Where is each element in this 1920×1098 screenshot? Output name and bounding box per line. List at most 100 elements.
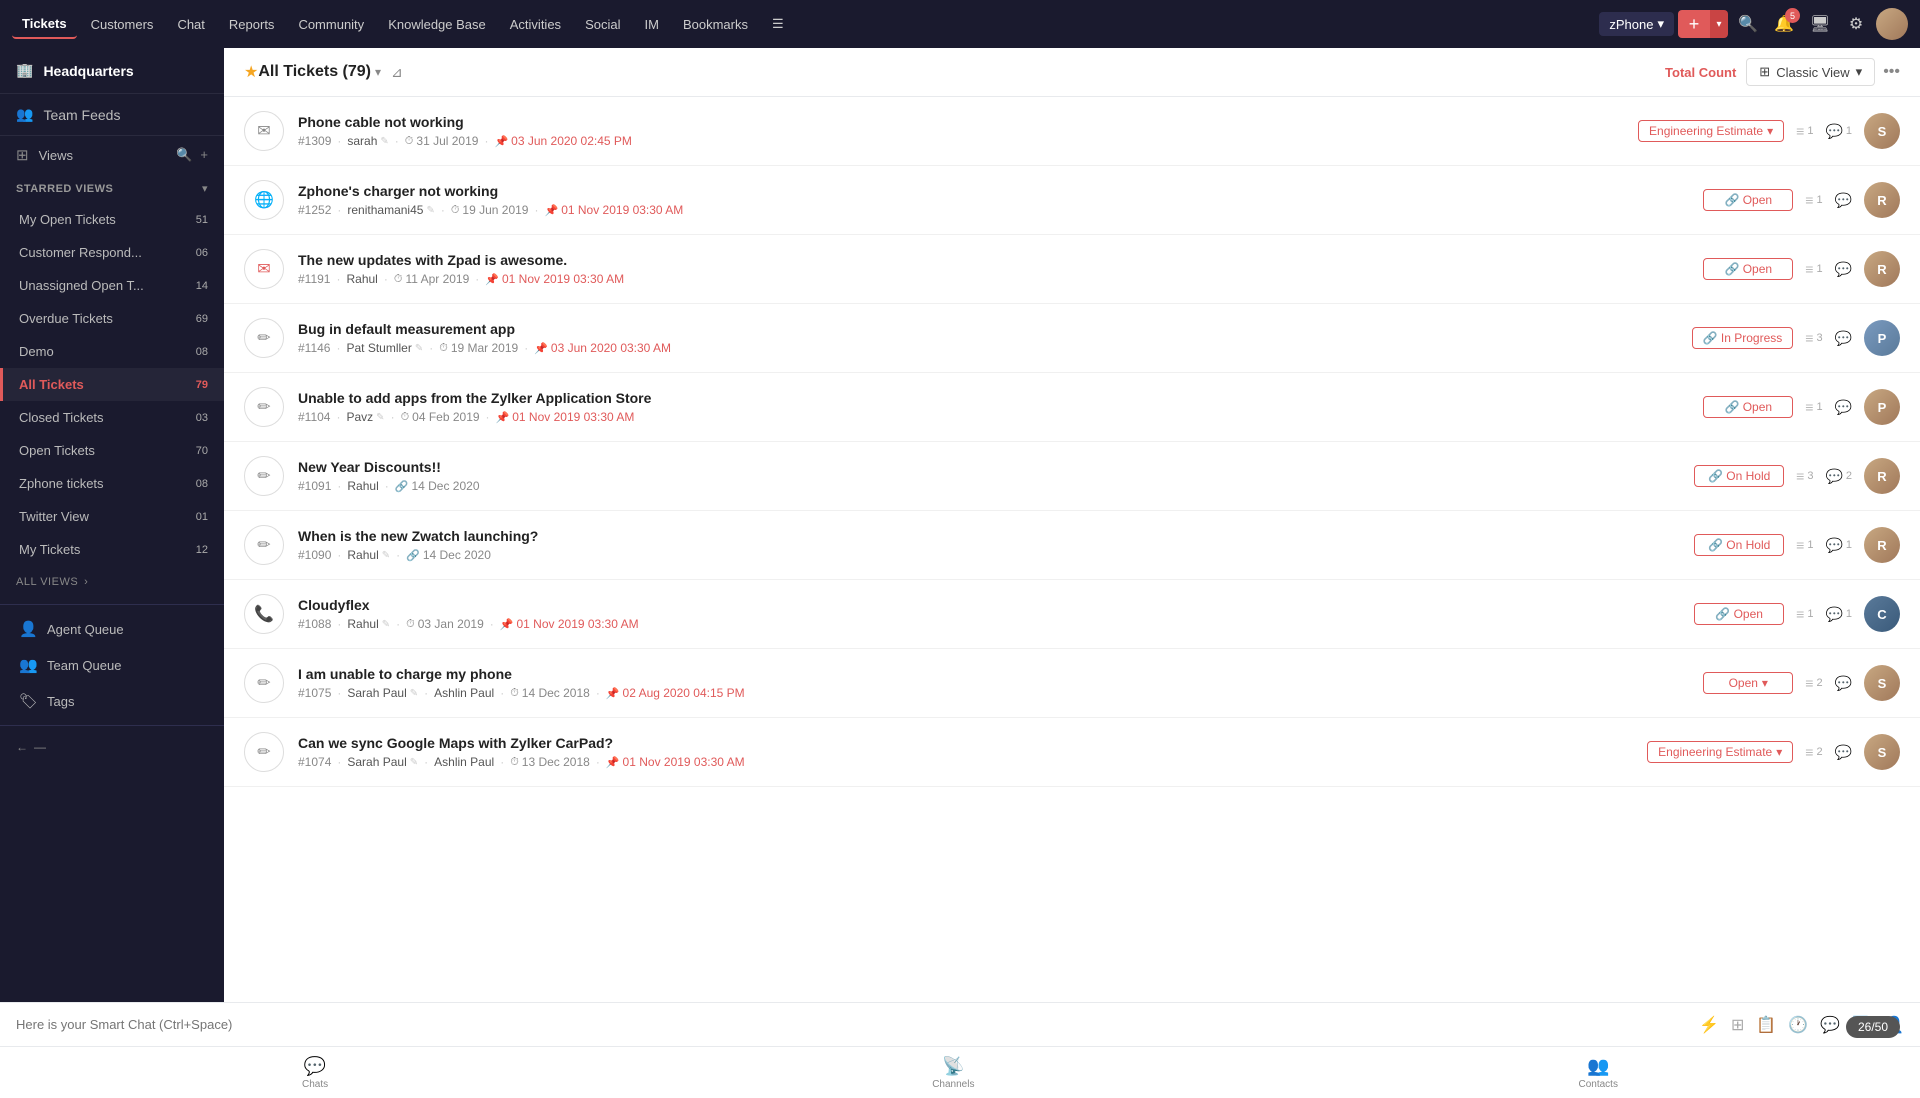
- chat-icon-3[interactable]: 📋: [1756, 1015, 1776, 1035]
- table-row[interactable]: ✏ When is the new Zwatch launching? #109…: [224, 511, 1920, 580]
- zphone-button[interactable]: zPhone ▾: [1599, 12, 1674, 36]
- comment-icon: 💬: [1835, 261, 1852, 278]
- views-search-icon[interactable]: 🔍: [176, 147, 192, 163]
- nav-bookmarks[interactable]: Bookmarks: [673, 11, 758, 38]
- add-button-arrow[interactable]: ▾: [1710, 10, 1728, 38]
- sidebar-item-twitter-view[interactable]: Twitter View 01: [0, 500, 224, 533]
- sidebar-tags[interactable]: 🏷 Tags: [0, 683, 224, 719]
- nav-chat[interactable]: Chat: [167, 11, 214, 38]
- nav-knowledge-base[interactable]: Knowledge Base: [378, 11, 496, 38]
- ticket-main: The new updates with Zpad is awesome. #1…: [298, 252, 1689, 286]
- ticket-type-icon: 📞: [244, 594, 284, 634]
- views-add-icon[interactable]: +: [200, 147, 208, 163]
- nav-social[interactable]: Social: [575, 11, 630, 38]
- status-badge[interactable]: 🔗 In Progress: [1692, 327, 1794, 349]
- status-badge[interactable]: 🔗 Open: [1703, 189, 1793, 211]
- sidebar-item-open-tickets[interactable]: Open Tickets 70: [0, 434, 224, 467]
- ticket-created: ⏱ 14 Dec 2018: [510, 686, 590, 700]
- status-badge[interactable]: 🔗 Open: [1703, 396, 1793, 418]
- ticket-id: #1074: [298, 755, 331, 769]
- sidebar-item-my-tickets[interactable]: My Tickets 12: [0, 533, 224, 566]
- sidebar-item-overdue-tickets[interactable]: Overdue Tickets 69: [0, 302, 224, 335]
- nav-activities[interactable]: Activities: [500, 11, 571, 38]
- table-row[interactable]: ✏ Can we sync Google Maps with Zylker Ca…: [224, 718, 1920, 787]
- ticket-title: Zphone's charger not working: [298, 183, 1689, 199]
- nav-community[interactable]: Community: [288, 11, 374, 38]
- chat-icon-5[interactable]: 💬: [1820, 1015, 1840, 1035]
- nav-reports[interactable]: Reports: [219, 11, 285, 38]
- sidebar-collapse-button[interactable]: ← —: [0, 732, 224, 762]
- status-badge[interactable]: Engineering Estimate ▾: [1647, 741, 1793, 763]
- table-row[interactable]: ✉ The new updates with Zpad is awesome. …: [224, 235, 1920, 304]
- ticket-main: Zphone's charger not working #1252 · ren…: [298, 183, 1689, 217]
- chat-icon-2[interactable]: ⊞: [1731, 1015, 1744, 1035]
- agent-queue-icon: 👤: [19, 620, 37, 638]
- sidebar-headquarters[interactable]: 🏢 Headquarters: [0, 48, 224, 94]
- sidebar-item-closed-tickets[interactable]: Closed Tickets 03: [0, 401, 224, 434]
- filter-icon[interactable]: ⊿: [391, 64, 403, 81]
- table-row[interactable]: 🌐 Zphone's charger not working #1252 · r…: [224, 166, 1920, 235]
- status-badge[interactable]: 🔗 Open: [1694, 603, 1784, 625]
- smart-chat-input[interactable]: [16, 1017, 1687, 1032]
- search-button[interactable]: 🔍: [1732, 8, 1764, 40]
- comment-icon: 💬: [1835, 675, 1852, 692]
- sidebar: 🏢 Headquarters 👥 Team Feeds ⊞ Views 🔍 + …: [0, 48, 224, 1002]
- sidebar-all-views[interactable]: ALL VIEWS ›: [0, 566, 224, 598]
- sidebar-item-customer-respond[interactable]: Customer Respond... 06: [0, 236, 224, 269]
- thread-icon: ≡2: [1805, 744, 1822, 760]
- chat-icon-1[interactable]: ⚡: [1699, 1015, 1719, 1035]
- title-chevron-icon[interactable]: ▾: [375, 65, 381, 79]
- bottom-nav-contacts[interactable]: 👥 Contacts: [1571, 1052, 1626, 1094]
- status-badge[interactable]: 🔗 On Hold: [1694, 534, 1784, 556]
- sidebar-item-all-tickets[interactable]: All Tickets 79: [0, 368, 224, 401]
- sidebar-item-zphone-tickets[interactable]: Zphone tickets 08: [0, 467, 224, 500]
- headquarters-label: Headquarters: [43, 63, 133, 79]
- starred-views-header[interactable]: STARRED VIEWS ▾: [0, 174, 224, 203]
- comment-icon: 💬: [1835, 399, 1852, 416]
- ticket-type-icon: ✉: [244, 249, 284, 289]
- table-row[interactable]: ✏ Unable to add apps from the Zylker App…: [224, 373, 1920, 442]
- table-row[interactable]: ✏ New Year Discounts!! #1091 · Rahul · 🔗…: [224, 442, 1920, 511]
- classic-view-button[interactable]: ⊞ Classic View ▾: [1746, 58, 1875, 86]
- bottom-nav-chats[interactable]: 💬 Chats: [294, 1052, 336, 1094]
- chat-icon-4[interactable]: 🕐: [1788, 1015, 1808, 1035]
- sidebar-team-queue[interactable]: 👥 Team Queue: [0, 647, 224, 683]
- classic-view-label: Classic View: [1776, 65, 1849, 80]
- comment-icon: 💬1: [1825, 537, 1852, 554]
- nav-menu-icon[interactable]: ☰: [762, 10, 794, 38]
- sidebar-team-feeds[interactable]: 👥 Team Feeds: [0, 94, 224, 136]
- total-count-button[interactable]: Total Count: [1665, 65, 1736, 80]
- nav-customers[interactable]: Customers: [81, 11, 164, 38]
- sidebar-item-unassigned-open[interactable]: Unassigned Open T... 14: [0, 269, 224, 302]
- sidebar-item-label: Twitter View: [19, 509, 186, 524]
- nav-tickets[interactable]: Tickets: [12, 10, 77, 39]
- table-row[interactable]: 📞 Cloudyflex #1088 · Rahul ✎ · ⏱ 03 Jan …: [224, 580, 1920, 649]
- status-badge[interactable]: 🔗 Open: [1703, 258, 1793, 280]
- sidebar-item-my-open-tickets[interactable]: My Open Tickets 51: [0, 203, 224, 236]
- user-avatar[interactable]: [1876, 8, 1908, 40]
- nav-im[interactable]: IM: [634, 11, 668, 38]
- bottom-nav-channels[interactable]: 📡 Channels: [924, 1052, 982, 1094]
- status-badge[interactable]: Engineering Estimate ▾: [1638, 120, 1784, 142]
- tags-label: Tags: [47, 694, 208, 709]
- table-row[interactable]: ✏ I am unable to charge my phone #1075 ·…: [224, 649, 1920, 718]
- add-button[interactable]: +: [1678, 10, 1710, 38]
- settings-button[interactable]: ⚙: [1840, 8, 1872, 40]
- status-badge[interactable]: Open ▾: [1703, 672, 1793, 694]
- more-options-button[interactable]: •••: [1883, 63, 1900, 81]
- starred-items-list: My Open Tickets 51 Customer Respond... 0…: [0, 203, 224, 566]
- thread-icon: ≡1: [1796, 537, 1813, 553]
- ticket-agent: Rahul: [346, 272, 377, 286]
- ticket-title: Bug in default measurement app: [298, 321, 1678, 337]
- table-row[interactable]: ✉ Phone cable not working #1309 · sarah …: [224, 97, 1920, 166]
- screen-share-button[interactable]: 🖥: [1804, 8, 1836, 40]
- sidebar-item-demo[interactable]: Demo 08: [0, 335, 224, 368]
- ticket-agent: Sarah Paul ✎: [347, 755, 418, 769]
- sidebar-item-label: Unassigned Open T...: [19, 278, 186, 293]
- top-nav: Tickets Customers Chat Reports Community…: [0, 0, 1920, 48]
- status-badge[interactable]: 🔗 On Hold: [1694, 465, 1784, 487]
- sidebar-views-row[interactable]: ⊞ Views 🔍 +: [0, 136, 224, 174]
- sidebar-agent-queue[interactable]: 👤 Agent Queue: [0, 611, 224, 647]
- star-icon[interactable]: ★: [244, 62, 258, 82]
- table-row[interactable]: ✏ Bug in default measurement app #1146 ·…: [224, 304, 1920, 373]
